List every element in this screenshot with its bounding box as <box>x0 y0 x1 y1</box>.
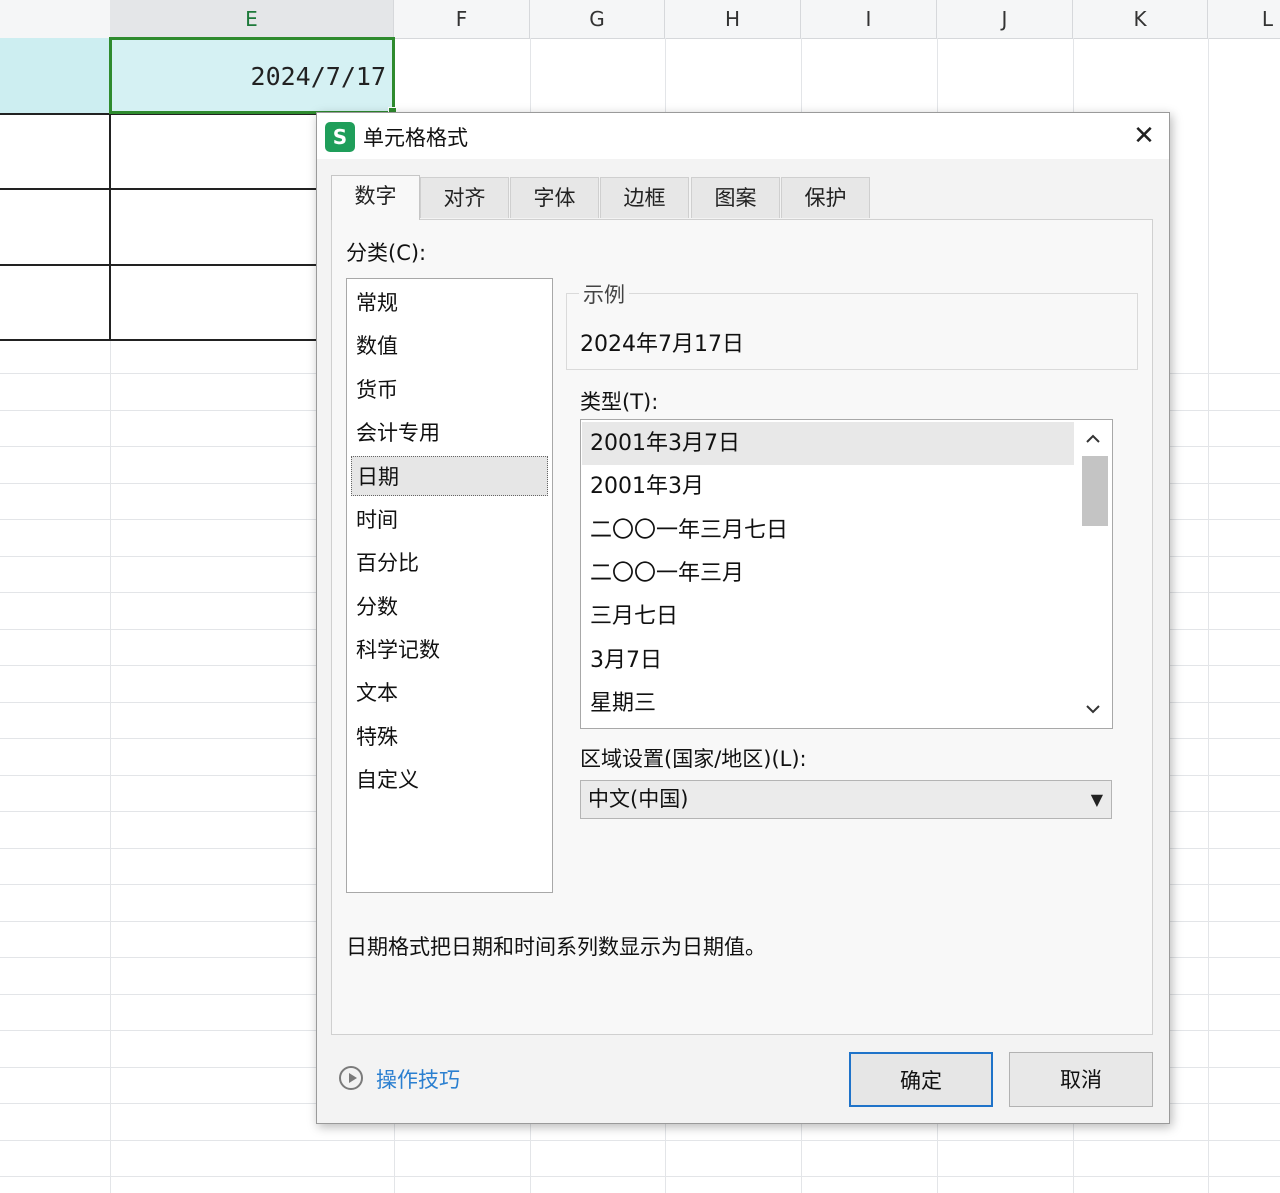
type-list-scrollbar[interactable] <box>1075 421 1111 727</box>
type-item[interactable]: 二〇〇一年三月七日 <box>582 509 1074 552</box>
dialog-titlebar[interactable]: S 单元格格式 ✕ <box>317 113 1169 159</box>
type-item[interactable]: 三月七日 <box>582 595 1074 638</box>
ok-button[interactable]: 确定 <box>849 1052 993 1107</box>
column-header-k[interactable]: K <box>1073 0 1208 38</box>
sample-value: 2024年7月17日 <box>580 332 744 357</box>
triangle-down-icon: ▼ <box>1090 790 1103 809</box>
cell-border <box>109 113 111 341</box>
type-item[interactable]: 3月7日 <box>582 639 1074 682</box>
type-item[interactable]: 二〇〇一年三月 <box>582 552 1074 595</box>
close-icon[interactable]: ✕ <box>1127 119 1161 153</box>
sample-label: 示例 <box>579 279 629 309</box>
dialog-title: 单元格格式 <box>363 126 468 150</box>
category-label: 分类(C): <box>346 241 427 265</box>
selected-row-highlight <box>0 38 110 113</box>
cell-border <box>0 264 320 266</box>
category-item-scientific[interactable]: 科学记数 <box>351 630 548 670</box>
tab-protection[interactable]: 保护 <box>781 177 870 218</box>
type-list[interactable]: 2001年3月7日 2001年3月 二〇〇一年三月七日 二〇〇一年三月 三月七日… <box>580 419 1113 729</box>
chevron-down-icon[interactable] <box>1075 691 1111 727</box>
category-item-time[interactable]: 时间 <box>351 500 548 540</box>
category-item-date[interactable]: 日期 <box>351 456 548 496</box>
category-item-text[interactable]: 文本 <box>351 673 548 713</box>
column-header-i[interactable]: I <box>801 0 937 38</box>
category-item-general[interactable]: 常规 <box>351 283 548 323</box>
category-item-currency[interactable]: 货币 <box>351 370 548 410</box>
column-header-g[interactable]: G <box>530 0 665 38</box>
column-header-l[interactable]: L <box>1208 0 1280 38</box>
type-label: 类型(T): <box>580 390 659 414</box>
locale-value: 中文(中国) <box>588 787 689 811</box>
grid-line <box>1208 38 1209 1193</box>
selected-cell-e[interactable]: 2024/7/17 <box>109 37 397 116</box>
column-header-e[interactable]: E <box>110 0 394 38</box>
type-item[interactable]: 2001年3月7日 <box>582 422 1074 465</box>
cell-value: 2024/7/17 <box>250 62 386 91</box>
cancel-button[interactable]: 取消 <box>1009 1052 1153 1107</box>
category-item-special[interactable]: 特殊 <box>351 717 548 757</box>
column-header-j[interactable]: J <box>937 0 1073 38</box>
tab-font[interactable]: 字体 <box>510 177 599 218</box>
play-circle-icon <box>339 1066 363 1090</box>
tab-pattern[interactable]: 图案 <box>691 177 780 218</box>
column-header-h[interactable]: H <box>665 0 801 38</box>
tab-alignment[interactable]: 对齐 <box>420 177 509 218</box>
category-description: 日期格式把日期和时间系列数显示为日期值。 <box>346 935 766 959</box>
grid-line <box>0 1140 1280 1141</box>
format-cells-dialog: S 单元格格式 ✕ 数字 对齐 字体 边框 图案 保护 分类(C): 常规 数值… <box>316 112 1170 1124</box>
grid-line <box>0 1176 1280 1177</box>
type-item[interactable]: 星期三 <box>582 682 1074 725</box>
locale-dropdown[interactable]: 中文(中国) ▼ <box>580 780 1112 819</box>
category-item-custom[interactable]: 自定义 <box>351 760 548 800</box>
tab-number[interactable]: 数字 <box>331 175 420 220</box>
tab-border[interactable]: 边框 <box>600 177 689 218</box>
category-list[interactable]: 常规 数值 货币 会计专用 日期 时间 百分比 分数 科学记数 文本 特殊 自定… <box>346 278 553 893</box>
locale-label: 区域设置(国家/地区)(L): <box>580 747 807 771</box>
category-item-accounting[interactable]: 会计专用 <box>351 413 548 453</box>
cell-border <box>0 339 320 341</box>
tips-link-label: 操作技巧 <box>376 1068 460 1092</box>
category-item-percentage[interactable]: 百分比 <box>351 543 548 583</box>
cell-border <box>0 188 320 190</box>
wps-logo-icon: S <box>325 122 355 152</box>
category-item-number[interactable]: 数值 <box>351 326 548 366</box>
column-header-f[interactable]: F <box>394 0 530 38</box>
category-item-fraction[interactable]: 分数 <box>351 587 548 627</box>
chevron-up-icon[interactable] <box>1075 421 1111 457</box>
type-item[interactable]: 2001年3月 <box>582 465 1074 508</box>
scrollbar-thumb[interactable] <box>1082 456 1108 526</box>
